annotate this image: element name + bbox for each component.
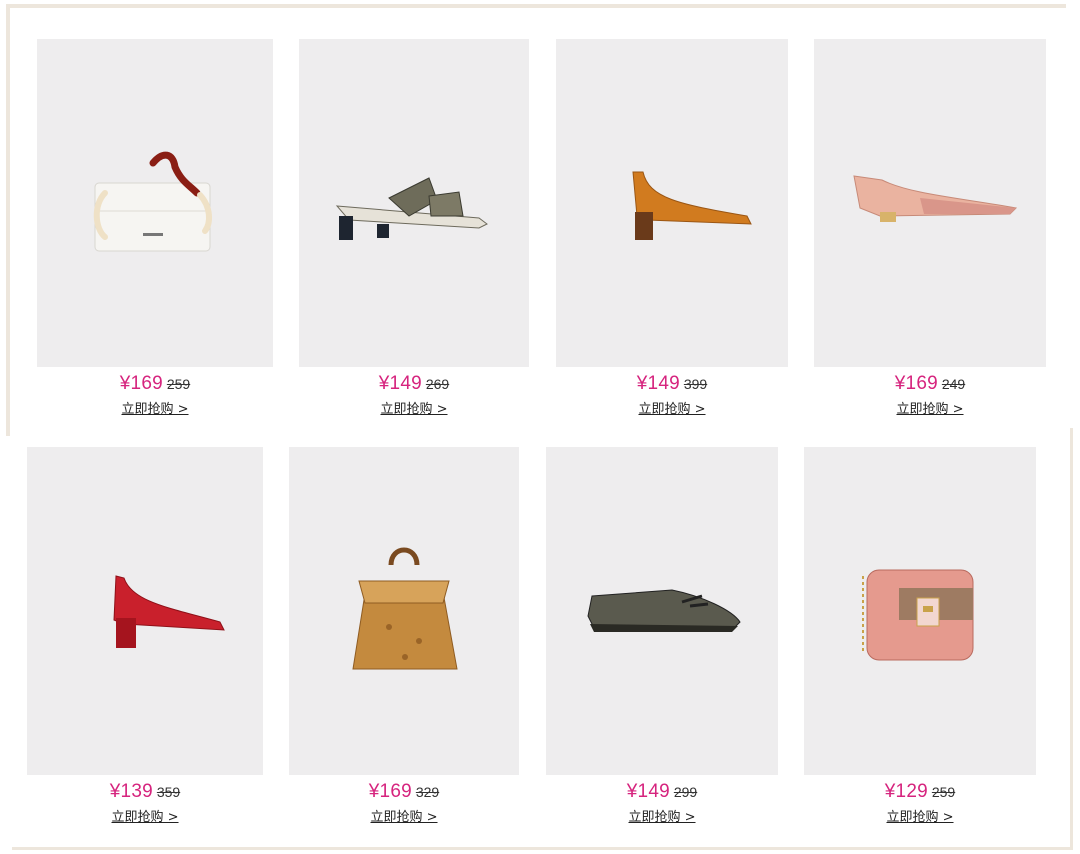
product-card-pink-flat[interactable]: ¥169 249 立即抢购 > bbox=[814, 39, 1046, 419]
original-price: 269 bbox=[425, 376, 450, 392]
original-price: 399 bbox=[683, 376, 708, 392]
original-price: 259 bbox=[166, 376, 191, 392]
price-row: ¥149 299 bbox=[546, 781, 778, 803]
original-price: 249 bbox=[941, 376, 966, 392]
sale-price: ¥169 bbox=[368, 781, 412, 802]
product-photo[interactable] bbox=[27, 447, 263, 775]
sale-price: ¥129 bbox=[884, 781, 928, 802]
product-card-pink-crossbody-bag[interactable]: ¥129 259 立即抢购 > bbox=[804, 447, 1036, 827]
snakeskin-loafer-icon bbox=[587, 589, 741, 632]
original-price: 259 bbox=[931, 784, 956, 800]
sale-price: ¥149 bbox=[626, 781, 670, 802]
price-row: ¥169 259 bbox=[37, 373, 273, 395]
buy-now-link[interactable]: 立即抢购 > bbox=[886, 810, 953, 825]
product-card-handbag-white[interactable]: ¥169 259 立即抢购 > bbox=[37, 39, 273, 419]
buy-now-link[interactable]: 立即抢购 > bbox=[121, 402, 188, 417]
product-photo[interactable] bbox=[804, 447, 1036, 775]
sale-price: ¥169 bbox=[119, 373, 163, 394]
red-pump-icon bbox=[113, 575, 225, 648]
product-card-snakeskin-loafer[interactable]: ¥149 299 立即抢购 > bbox=[546, 447, 778, 827]
price-row: ¥169 249 bbox=[814, 373, 1046, 395]
product-card-snakeskin-sandal[interactable]: ¥149 269 立即抢购 > bbox=[299, 39, 529, 419]
straw-backpack-icon bbox=[352, 547, 458, 670]
buy-now-link[interactable]: 立即抢购 > bbox=[380, 402, 447, 417]
frame-border-top bbox=[6, 4, 1066, 8]
snakeskin-sandal-icon bbox=[335, 177, 488, 240]
product-photo[interactable] bbox=[299, 39, 529, 367]
price-row: ¥139 359 bbox=[27, 781, 263, 803]
original-price: 329 bbox=[415, 784, 440, 800]
original-price: 359 bbox=[156, 784, 181, 800]
product-card-straw-backpack[interactable]: ¥169 329 立即抢购 > bbox=[289, 447, 519, 827]
product-card-red-pump[interactable]: ¥139 359 立即抢购 > bbox=[27, 447, 263, 827]
buy-now-link[interactable]: 立即抢购 > bbox=[370, 810, 437, 825]
frame-border-left bbox=[6, 4, 10, 436]
frame-border-right bbox=[1070, 428, 1073, 850]
price-row: ¥149 269 bbox=[299, 373, 529, 395]
buy-now-link[interactable]: 立即抢购 > bbox=[638, 402, 705, 417]
price-row: ¥129 259 bbox=[804, 781, 1036, 803]
sale-price: ¥149 bbox=[378, 373, 422, 394]
product-photo[interactable] bbox=[37, 39, 273, 367]
product-card-orange-pump[interactable]: ¥149 399 立即抢购 > bbox=[556, 39, 788, 419]
product-photo[interactable] bbox=[814, 39, 1046, 367]
sale-price: ¥169 bbox=[894, 373, 938, 394]
sale-price: ¥149 bbox=[636, 373, 680, 394]
buy-now-link[interactable]: 立即抢购 > bbox=[628, 810, 695, 825]
product-photo[interactable] bbox=[546, 447, 778, 775]
product-photo[interactable] bbox=[289, 447, 519, 775]
handbag-white-icon bbox=[93, 151, 212, 252]
buy-now-link[interactable]: 立即抢购 > bbox=[896, 402, 963, 417]
sale-price: ¥139 bbox=[109, 781, 153, 802]
frame-border-bottom bbox=[12, 847, 1072, 850]
pink-flat-icon bbox=[853, 175, 1018, 222]
pink-crossbody-bag-icon bbox=[862, 569, 974, 661]
product-photo[interactable] bbox=[556, 39, 788, 367]
orange-pump-icon bbox=[632, 171, 752, 240]
original-price: 299 bbox=[673, 784, 698, 800]
price-row: ¥169 329 bbox=[289, 781, 519, 803]
price-row: ¥149 399 bbox=[556, 373, 788, 395]
buy-now-link[interactable]: 立即抢购 > bbox=[111, 810, 178, 825]
